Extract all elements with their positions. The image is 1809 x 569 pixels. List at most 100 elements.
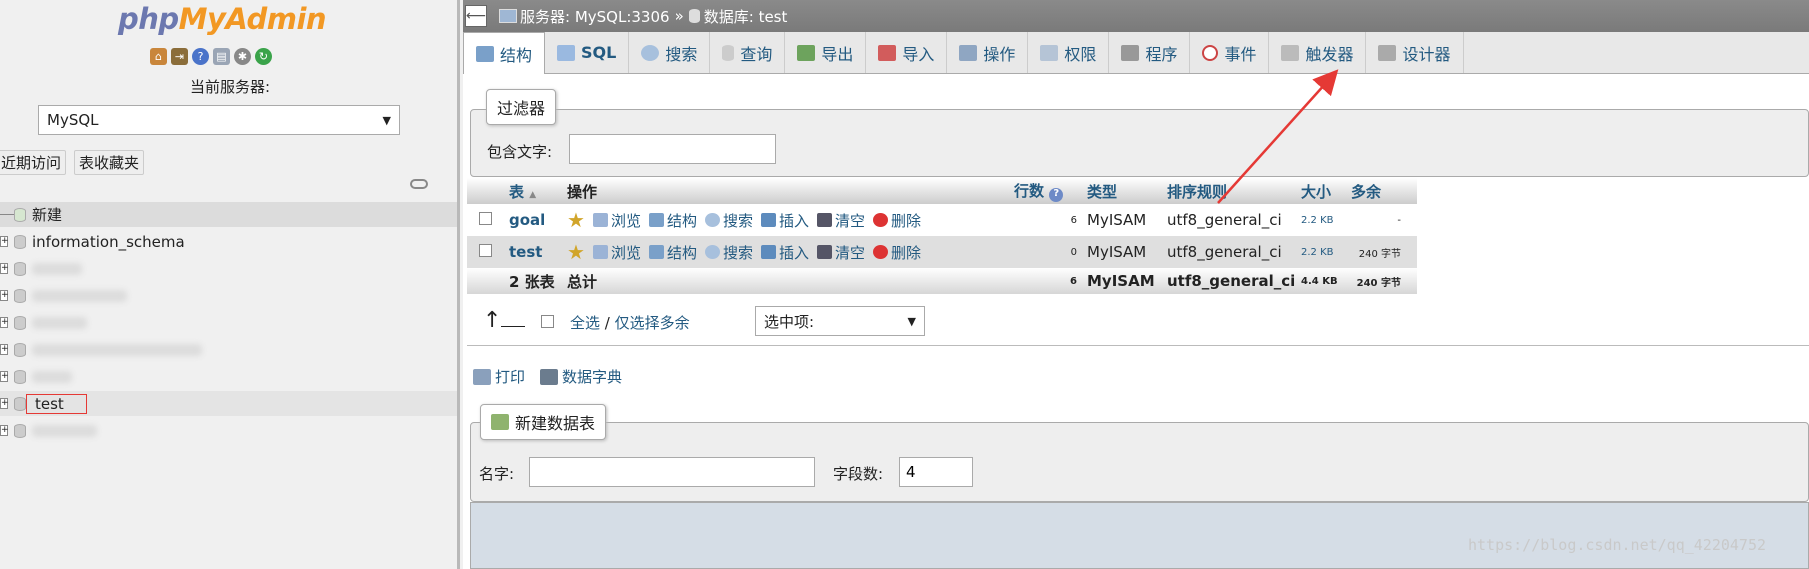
table-name-link[interactable]: goal [509,211,567,229]
check-all-link[interactable]: 全选 [570,314,600,332]
browse-action[interactable]: 浏览 [592,210,641,231]
breadcrumb-database[interactable]: 数据库: test [704,6,788,27]
privileges-icon [1040,44,1059,61]
tab-events[interactable]: 事件 [1190,32,1270,73]
tab-designer[interactable]: 设计器 [1366,32,1464,73]
expand-icon[interactable]: + [0,317,9,328]
search-icon [641,44,660,61]
expand-icon[interactable]: + [0,290,9,301]
tree-item-redacted[interactable]: + [0,418,457,443]
tree-item-redacted[interactable]: + [0,283,457,308]
reload-icon[interactable]: ↻ [255,48,272,65]
structure-action[interactable]: 结构 [648,210,697,231]
row-checkbox[interactable] [479,212,492,225]
empty-icon [817,213,832,227]
browse-label: 浏览 [610,211,641,230]
row-actions: ★ 浏览 结构 搜索 插入 清空 删除 [567,240,1010,264]
expand-icon[interactable]: + [0,236,9,247]
header-overhead[interactable]: 多余 [1347,181,1407,202]
phpmyadmin-logo[interactable]: phpMyAdmin [118,2,327,36]
tab-structure[interactable]: 结构 [463,32,546,74]
tree-item-test[interactable]: + test [0,391,457,416]
row-checkbox[interactable] [479,244,492,257]
breadcrumb-server[interactable]: 服务器: MySQL:3306 [520,6,670,27]
header-table[interactable]: 表 ▲ [509,181,567,202]
server-select[interactable]: MySQL ▼ [38,105,400,135]
database-icon [14,261,26,276]
column-count-input[interactable] [899,457,973,487]
home-icon[interactable]: ⌂ [150,48,167,65]
tab-label: 事件 [1224,44,1257,64]
filter-input[interactable] [569,134,776,164]
expand-icon[interactable]: + [0,263,9,274]
insert-action[interactable]: 插入 [760,242,809,263]
drop-action[interactable]: 删除 [873,210,921,231]
empty-action[interactable]: 清空 [817,210,865,231]
header-type[interactable]: 类型 [1083,181,1163,202]
favorite-tables-button[interactable]: 表收藏夹 [74,150,145,175]
tab-search[interactable]: 搜索 [629,32,711,73]
expand-icon[interactable]: + [0,398,9,409]
table-name-input[interactable] [529,457,815,487]
tab-label: 结构 [500,45,533,65]
routines-icon [1121,44,1140,61]
link-with-main-icon[interactable] [410,179,428,189]
breadcrumb-separator: » [674,7,684,25]
tree-item-redacted[interactable]: + [0,364,457,389]
tab-label: 操作 [983,44,1016,64]
browse-action[interactable]: 浏览 [592,242,641,263]
recent-tables-button[interactable]: 近期访问 [0,150,67,175]
browse-label: 浏览 [610,243,641,262]
help-icon[interactable]: ? [1049,188,1064,202]
expand-icon[interactable]: + [0,371,9,382]
tab-export[interactable]: 导出 [785,32,867,73]
structure-action[interactable]: 结构 [648,242,697,263]
row-size[interactable]: 2.2 KB [1297,247,1347,258]
clock-icon [1202,44,1219,61]
expand-icon[interactable]: + [0,425,9,436]
tab-query[interactable]: 查询 [710,32,786,73]
tree-item-new[interactable]: 新建 [0,202,457,227]
with-selected-dropdown[interactable]: 选中项: ▼ [755,306,925,336]
star-icon[interactable]: ★ [567,208,585,232]
expand-icon[interactable]: + [0,344,9,355]
tab-triggers[interactable]: 触发器 [1269,32,1367,73]
tab-privileges[interactable]: 权限 [1028,32,1110,73]
tab-routines[interactable]: 程序 [1109,32,1191,73]
print-link[interactable]: 打印 [473,366,525,387]
structure-icon [476,45,494,62]
check-all-checkbox[interactable] [541,315,554,328]
docs-icon[interactable]: ▤ [213,48,230,65]
insert-action[interactable]: 插入 [760,210,809,231]
table-name-link[interactable]: test [509,243,567,261]
header-collation[interactable]: 排序规则 [1163,181,1297,202]
row-size[interactable]: 2.2 KB [1297,215,1347,226]
current-server-label: 当前服务器: [189,78,271,96]
search-action[interactable]: 搜索 [704,210,753,231]
structure-label: 结构 [666,211,697,230]
header-rows[interactable]: 行数 ? [1010,180,1083,202]
total-rows: 6 [1070,275,1077,287]
tab-sql[interactable]: SQL [545,32,630,73]
search-action[interactable]: 搜索 [704,242,753,263]
tab-import[interactable]: 导入 [866,32,948,73]
tree-item-redacted[interactable]: + [0,256,457,281]
tables-list: 表 ▲ 操作 行数 ? 类型 排序规则 大小 多余 goal ★ 浏览 结构 搜… [467,178,1417,294]
header-size[interactable]: 大小 [1297,181,1347,202]
check-overhead-link[interactable]: 仅选择多余 [615,314,690,332]
logout-icon[interactable]: ⇥ [171,48,188,65]
tab-operations[interactable]: 操作 [947,32,1029,73]
help-icon[interactable]: ? [192,48,209,65]
database-icon [14,315,26,330]
settings-gear-icon[interactable]: ✱ [234,48,251,65]
tree-item-redacted[interactable]: + [0,310,457,335]
back-arrow-icon[interactable]: ⟵ [465,5,487,27]
drop-action[interactable]: 删除 [873,242,921,263]
tree-item-redacted[interactable]: + [0,337,457,362]
tree-item-information-schema[interactable]: + information_schema [0,229,457,254]
empty-action[interactable]: 清空 [817,242,865,263]
data-dictionary-link[interactable]: 数据字典 [540,366,622,387]
triggers-icon [1281,44,1300,61]
star-icon[interactable]: ★ [567,240,585,264]
tab-label: 程序 [1145,44,1178,64]
